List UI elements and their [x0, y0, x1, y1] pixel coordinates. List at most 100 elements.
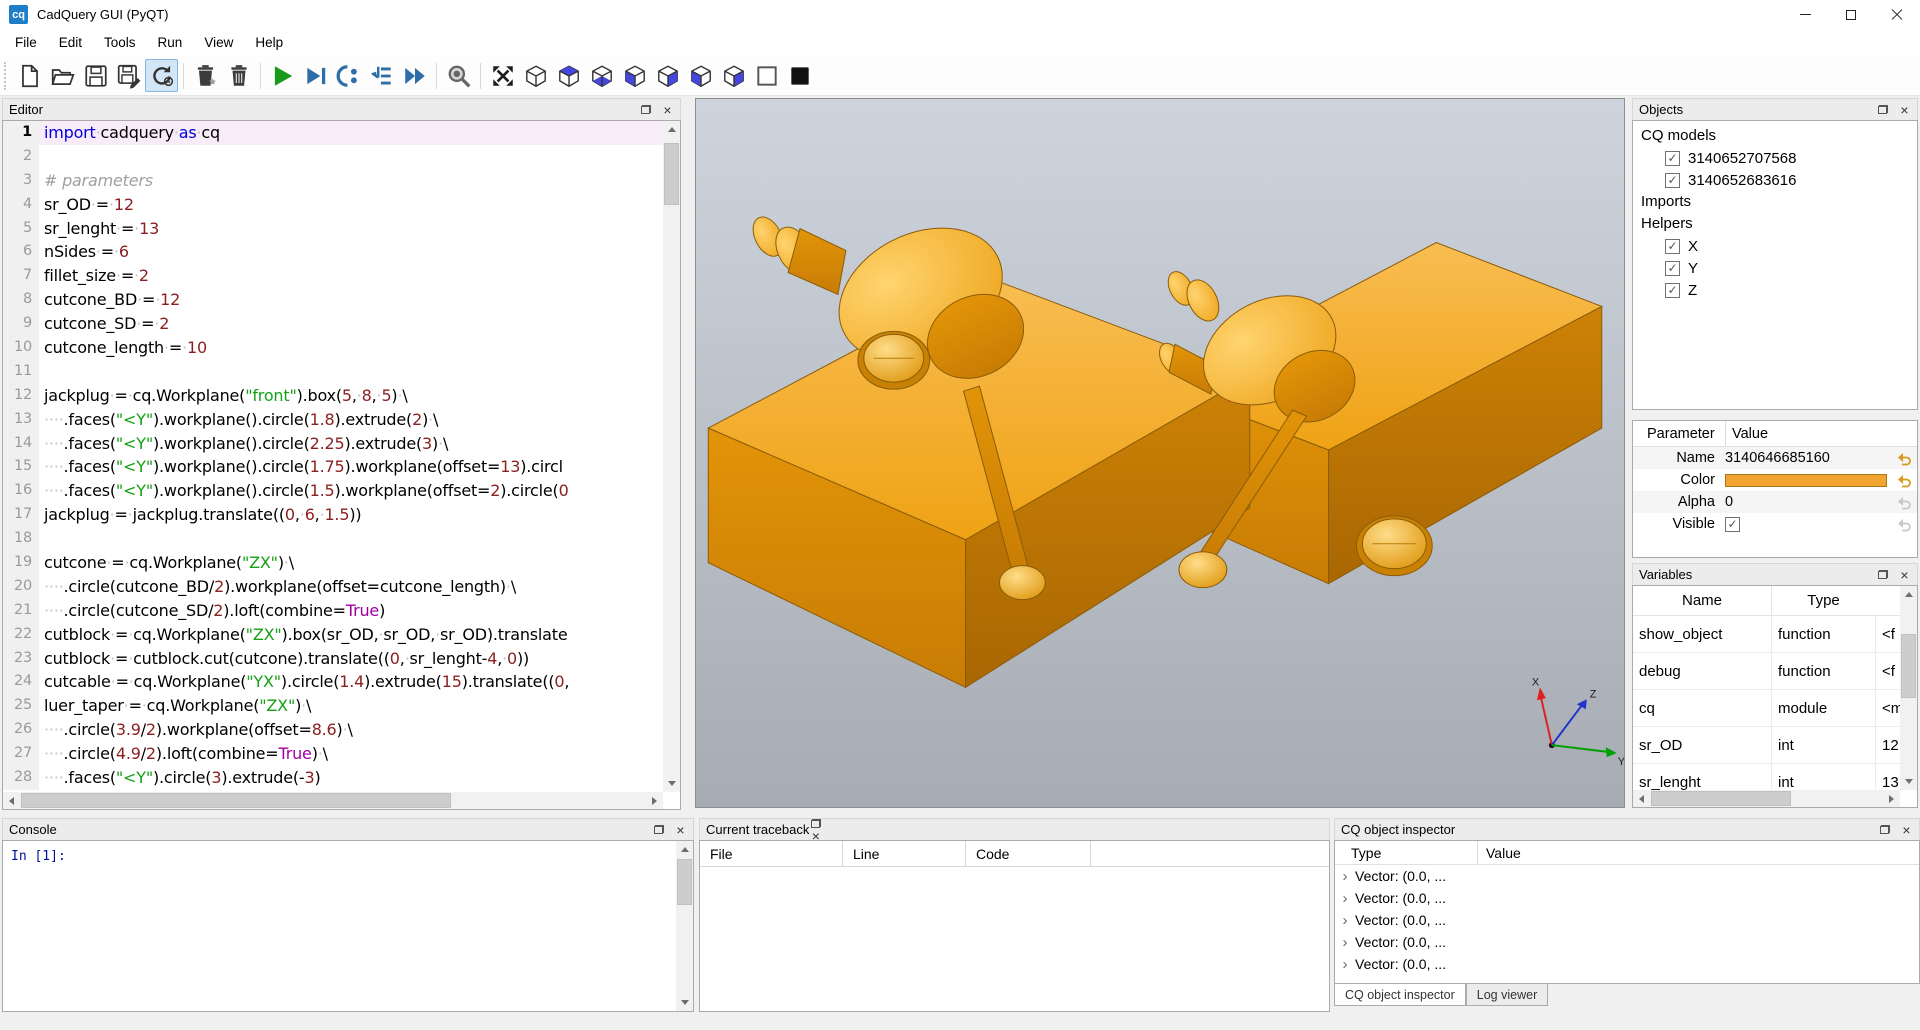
- scroll-down-arrow[interactable]: [676, 994, 693, 1011]
- inspector-vector-row[interactable]: Vector: (0.0, ...: [1335, 909, 1919, 931]
- code-line[interactable]: 4sr_OD·=·12: [3, 193, 663, 217]
- parameter-value-text[interactable]: 3140646685160: [1725, 450, 1830, 466]
- variables-vscrollbar[interactable]: [1900, 586, 1917, 790]
- code-line[interactable]: 25luer_taper·=·cq.Workplane("ZX")·\: [3, 694, 663, 718]
- variables-vscroll-thumb[interactable]: [1901, 634, 1916, 698]
- inspect-object-button[interactable]: [442, 59, 475, 92]
- expand-chevron-icon[interactable]: [1335, 934, 1355, 951]
- code-line[interactable]: 11: [3, 360, 663, 384]
- back-view-button[interactable]: [651, 59, 684, 92]
- console-vscrollbar[interactable]: [676, 841, 693, 1011]
- code-line[interactable]: 7fillet_size·=·2: [3, 264, 663, 288]
- menu-run[interactable]: Run: [147, 31, 194, 54]
- code-line[interactable]: 6nSides·=·6: [3, 240, 663, 264]
- toggle-shaded-button[interactable]: [783, 59, 816, 92]
- console-input-area[interactable]: In [1]:: [2, 840, 694, 1012]
- tab-cq-object-inspector[interactable]: CQ object inspector: [1334, 984, 1466, 1006]
- bottom-view-button[interactable]: [585, 59, 618, 92]
- left-view-button[interactable]: [684, 59, 717, 92]
- code-line[interactable]: 8cutcone_BD·=·12: [3, 288, 663, 312]
- code-line[interactable]: 15····.faces("<Y").workplane().circle(1.…: [3, 455, 663, 479]
- float-panel-icon[interactable]: [639, 103, 652, 116]
- close-panel-icon[interactable]: [1900, 823, 1913, 836]
- expand-chevron-icon[interactable]: [1335, 890, 1355, 907]
- code-line[interactable]: 22cutblock·=·cq.Workplane("ZX").box(sr_O…: [3, 623, 663, 647]
- autoreload-button[interactable]: [145, 59, 178, 92]
- close-panel-icon[interactable]: [1898, 103, 1911, 116]
- scroll-left-arrow[interactable]: [3, 792, 20, 809]
- scroll-up-arrow[interactable]: [1900, 586, 1917, 603]
- objects-tree-item[interactable]: X: [1633, 235, 1917, 257]
- iso-view-button[interactable]: [519, 59, 552, 92]
- objects-tree-item[interactable]: 3140652707568: [1633, 147, 1917, 169]
- visible-checkbox[interactable]: [1725, 517, 1740, 532]
- menu-view[interactable]: View: [193, 31, 244, 54]
- close-panel-icon[interactable]: [674, 823, 687, 836]
- menu-file[interactable]: File: [4, 31, 48, 54]
- variable-row-cq[interactable]: cqmodule<m: [1633, 690, 1900, 727]
- top-view-button[interactable]: [552, 59, 585, 92]
- viewport-3d[interactable]: X Z Y: [695, 98, 1625, 808]
- expand-chevron-icon[interactable]: [1335, 868, 1355, 885]
- objects-tree-item[interactable]: Z: [1633, 279, 1917, 301]
- code-line[interactable]: 17jackplug·=·jackplug.translate((0,·6,·1…: [3, 503, 663, 527]
- inspector-vector-row[interactable]: Vector: (0.0, ...: [1335, 865, 1919, 887]
- code-line[interactable]: 21····.circle(cutcone_SD/2).loft(combine…: [3, 599, 663, 623]
- close-button[interactable]: [1874, 0, 1920, 29]
- toggle-wireframe-button[interactable]: [750, 59, 783, 92]
- code-area[interactable]: 1import·cadquery·as·cq23# parameters4sr_…: [3, 121, 663, 792]
- expand-chevron-icon[interactable]: [1335, 956, 1355, 973]
- objects-tree-item[interactable]: 3140652683616: [1633, 169, 1917, 191]
- code-line[interactable]: 24cutcable·=·cq.Workplane("YX").circle(1…: [3, 670, 663, 694]
- float-panel-icon[interactable]: [1876, 103, 1889, 116]
- close-panel-icon[interactable]: [1898, 568, 1911, 581]
- editor-vscrollbar[interactable]: [663, 121, 680, 792]
- visibility-checkbox[interactable]: [1665, 283, 1680, 298]
- menu-help[interactable]: Help: [244, 31, 294, 54]
- code-line[interactable]: 3# parameters: [3, 169, 663, 193]
- step-button[interactable]: [365, 59, 398, 92]
- toolbar-grip[interactable]: [4, 62, 9, 90]
- visibility-checkbox[interactable]: [1665, 239, 1680, 254]
- scroll-left-arrow[interactable]: [1633, 790, 1650, 807]
- code-line[interactable]: 9cutcone_SD·=·2: [3, 312, 663, 336]
- variables-hscrollbar[interactable]: [1633, 790, 1900, 807]
- code-editor[interactable]: 1import·cadquery·as·cq23# parameters4sr_…: [2, 120, 681, 810]
- objects-group-helpers[interactable]: Helpers: [1633, 213, 1917, 235]
- front-view-button[interactable]: [618, 59, 651, 92]
- open-script-button[interactable]: [46, 59, 79, 92]
- toggle-breakpoint-button[interactable]: [332, 59, 365, 92]
- render-button[interactable]: [266, 59, 299, 92]
- float-panel-icon[interactable]: [652, 823, 665, 836]
- maximize-button[interactable]: [1828, 0, 1874, 29]
- continue-button[interactable]: [398, 59, 431, 92]
- inspector-vector-row[interactable]: Vector: (0.0, ...: [1335, 931, 1919, 953]
- code-line[interactable]: 19cutcone·=·cq.Workplane("ZX")·\: [3, 551, 663, 575]
- code-line[interactable]: 16····.faces("<Y").workplane().circle(1.…: [3, 479, 663, 503]
- code-line[interactable]: 1import·cadquery·as·cq: [3, 121, 663, 145]
- scroll-up-arrow[interactable]: [676, 841, 693, 858]
- expand-chevron-icon[interactable]: [1335, 912, 1355, 929]
- variables-hscroll-thumb[interactable]: [1651, 791, 1791, 806]
- color-swatch[interactable]: [1725, 474, 1887, 487]
- inspector-vector-row[interactable]: Vector: (0.0, ...: [1335, 953, 1919, 975]
- scroll-down-arrow[interactable]: [1900, 773, 1917, 790]
- undo-icon[interactable]: [1896, 472, 1912, 488]
- float-panel-icon[interactable]: [1878, 823, 1891, 836]
- visibility-checkbox[interactable]: [1665, 261, 1680, 276]
- new-script-button[interactable]: [13, 59, 46, 92]
- visibility-checkbox[interactable]: [1665, 151, 1680, 166]
- save-script-as-button[interactable]: [112, 59, 145, 92]
- code-line[interactable]: 23cutblock·=·cutblock.cut(cutcone).trans…: [3, 647, 663, 671]
- code-line[interactable]: 5sr_lenght·=·13: [3, 217, 663, 241]
- minimize-button[interactable]: [1782, 0, 1828, 29]
- code-line[interactable]: 14····.faces("<Y").workplane().circle(2.…: [3, 432, 663, 456]
- undo-icon[interactable]: [1896, 450, 1912, 466]
- editor-vscroll-thumb[interactable]: [664, 143, 679, 205]
- menu-edit[interactable]: Edit: [48, 31, 93, 54]
- visibility-checkbox[interactable]: [1665, 173, 1680, 188]
- scroll-right-arrow[interactable]: [646, 792, 663, 809]
- code-line[interactable]: 12jackplug·=·cq.Workplane("front").box(5…: [3, 384, 663, 408]
- code-line[interactable]: 18: [3, 527, 663, 551]
- parameter-value-text[interactable]: 0: [1725, 494, 1733, 510]
